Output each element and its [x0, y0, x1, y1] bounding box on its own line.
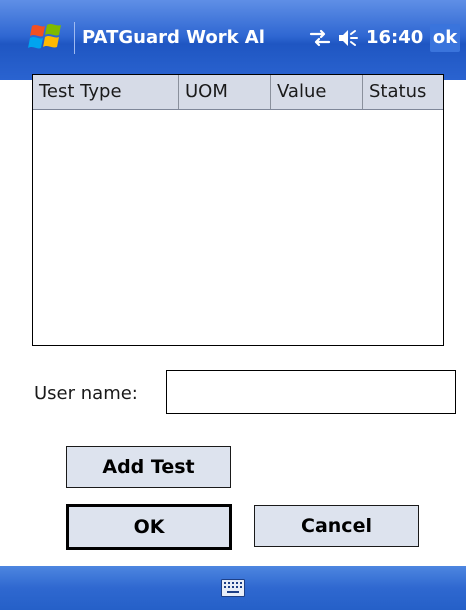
- cancel-button[interactable]: Cancel: [254, 505, 419, 547]
- title-bar: PATGuard Work Al 16:40 ok: [0, 0, 466, 80]
- user-name-label: User name:: [34, 383, 138, 404]
- windows-flag-icon[interactable]: [28, 20, 64, 56]
- list-header: Test Type UOM Value Status: [33, 75, 443, 110]
- screen: PATGuard Work Al 16:40 ok Test Type UOM …: [0, 0, 466, 610]
- connectivity-arrows-icon[interactable]: [308, 26, 332, 50]
- speaker-volume-icon[interactable]: [336, 26, 360, 50]
- keyboard-icon[interactable]: [221, 579, 245, 597]
- column-test-type[interactable]: Test Type: [33, 75, 179, 109]
- add-test-button[interactable]: Add Test: [66, 446, 231, 488]
- clock[interactable]: 16:40: [366, 26, 423, 50]
- user-name-input[interactable]: [166, 370, 456, 414]
- test-list[interactable]: Test Type UOM Value Status: [32, 74, 444, 346]
- title-separator: [74, 22, 75, 54]
- column-status[interactable]: Status: [363, 75, 443, 109]
- column-value[interactable]: Value: [271, 75, 363, 109]
- title-ok-button[interactable]: ok: [430, 24, 460, 52]
- menu-bar: [0, 566, 466, 610]
- app-title: PATGuard Work Al: [82, 27, 265, 48]
- column-uom[interactable]: UOM: [179, 75, 271, 109]
- ok-button[interactable]: OK: [66, 504, 232, 550]
